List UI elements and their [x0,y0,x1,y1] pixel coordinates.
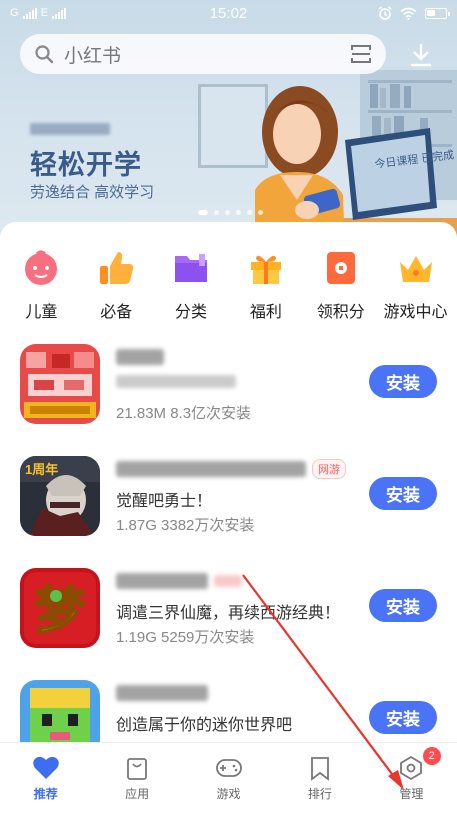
install-button[interactable]: 安装 [369,365,437,398]
promo-banner[interactable]: 今日课程 已完成 G E 15:02 小红书 轻松开学 劳逸结合 高效学习 [0,0,457,250]
carousel-indicator [198,210,263,215]
promo-brand-blurred [30,123,110,135]
app-icon [20,344,100,424]
app-desc: 觉醒吧勇士！ [116,493,213,510]
nav-ranking[interactable]: 排行 [274,743,365,814]
nav-label: 应用 [125,787,150,801]
app-meta: 1.87G 3382万次安装 [116,517,255,534]
points-icon [326,252,355,284]
banner-subtitle: 劳逸结合 高效学习 [30,184,155,201]
app-name-blurred [116,346,164,368]
search-bar[interactable]: 小红书 [20,34,386,74]
app-icon: 1周年 [20,456,100,536]
nav-label: 管理 [399,787,424,801]
genre-tag: 网游 [312,459,346,479]
nav-label: 游戏 [216,787,241,801]
app-name [116,570,242,592]
scan-icon[interactable] [350,43,372,65]
nav-label: 排行 [307,787,332,801]
app-list-item[interactable]: 1周年 网游 觉醒吧勇士！ 1.87G 3382万次安装 安装 [0,456,457,556]
bookmark-icon [311,757,329,781]
battery-icon [425,7,450,19]
download-icon[interactable] [406,40,436,70]
folder-icon [175,254,208,282]
category-points[interactable]: 领积分 [305,248,377,322]
search-icon [35,45,54,64]
child-face-icon [25,250,58,285]
category-classify[interactable]: 分类 [155,248,227,322]
nav-games[interactable]: 游戏 [183,743,274,814]
nav-apps[interactable]: 应用 [91,743,182,814]
app-name: 网游 [116,458,346,480]
content-panel: 儿童 必备 分类 福利 领积分 游戏中心 21.83M 8.3亿次安装 安装 1… [0,222,457,742]
app-icon [20,680,100,742]
nav-manage[interactable]: 管理 2 [366,743,457,814]
category-label: 领积分 [316,304,365,321]
category-label: 儿童 [25,304,58,321]
install-button[interactable]: 安装 [369,589,437,622]
thumb-dream-text: 梦 [35,582,85,640]
category-game-center[interactable]: 游戏中心 [380,248,452,322]
install-button[interactable]: 安装 [369,477,437,510]
heart-icon [32,756,59,779]
category-child[interactable]: 儿童 [5,248,77,322]
app-desc-blurred [116,375,236,393]
category-label: 必备 [100,304,133,321]
search-input[interactable]: 小红书 [64,41,350,68]
app-desc: 创造属于你的迷你世界吧 [116,717,293,734]
app-list-item[interactable]: 梦 调遣三界仙魔，再续西游经典！ 1.19G 5259万次安装 安装 [0,568,457,668]
manage-icon [400,755,423,781]
thumb-anniversary-text: 1周年 [25,462,58,477]
app-name-blurred [116,682,208,704]
app-meta: 1.19G 5259万次安装 [116,629,255,646]
status-time: 15:02 [209,4,248,22]
gift-icon [250,255,281,284]
app-list-item[interactable]: 创造属于你的迷你世界吧 安装 [0,680,457,742]
gamepad-icon [215,759,242,777]
app-desc: 调遣三界仙魔，再续西游经典！ [116,605,341,622]
category-row: 儿童 必备 分类 福利 领积分 游戏中心 [0,248,457,322]
install-button[interactable]: 安装 [369,701,437,734]
category-essential[interactable]: 必备 [80,248,152,322]
nav-label: 推荐 [33,787,58,801]
status-bar: G E 15:02 [0,0,457,26]
category-label: 分类 [175,304,208,321]
nav-recommend[interactable]: 推荐 [0,743,91,814]
banner-title: 轻松开学 [30,150,142,180]
bottom-nav: 推荐 应用 游戏 排行 管理 2 [0,742,457,814]
app-meta: 21.83M 8.3亿次安装 [116,405,252,422]
thumbs-up-icon [100,252,134,284]
app-icon: 梦 [20,568,100,648]
bag-icon [127,758,148,780]
category-label: 游戏中心 [383,304,448,321]
category-welfare[interactable]: 福利 [230,248,302,322]
crown-icon [399,256,432,282]
app-list-item[interactable]: 21.83M 8.3亿次安装 安装 [0,344,457,444]
category-label: 福利 [249,304,282,321]
notification-badge: 2 [422,747,441,765]
